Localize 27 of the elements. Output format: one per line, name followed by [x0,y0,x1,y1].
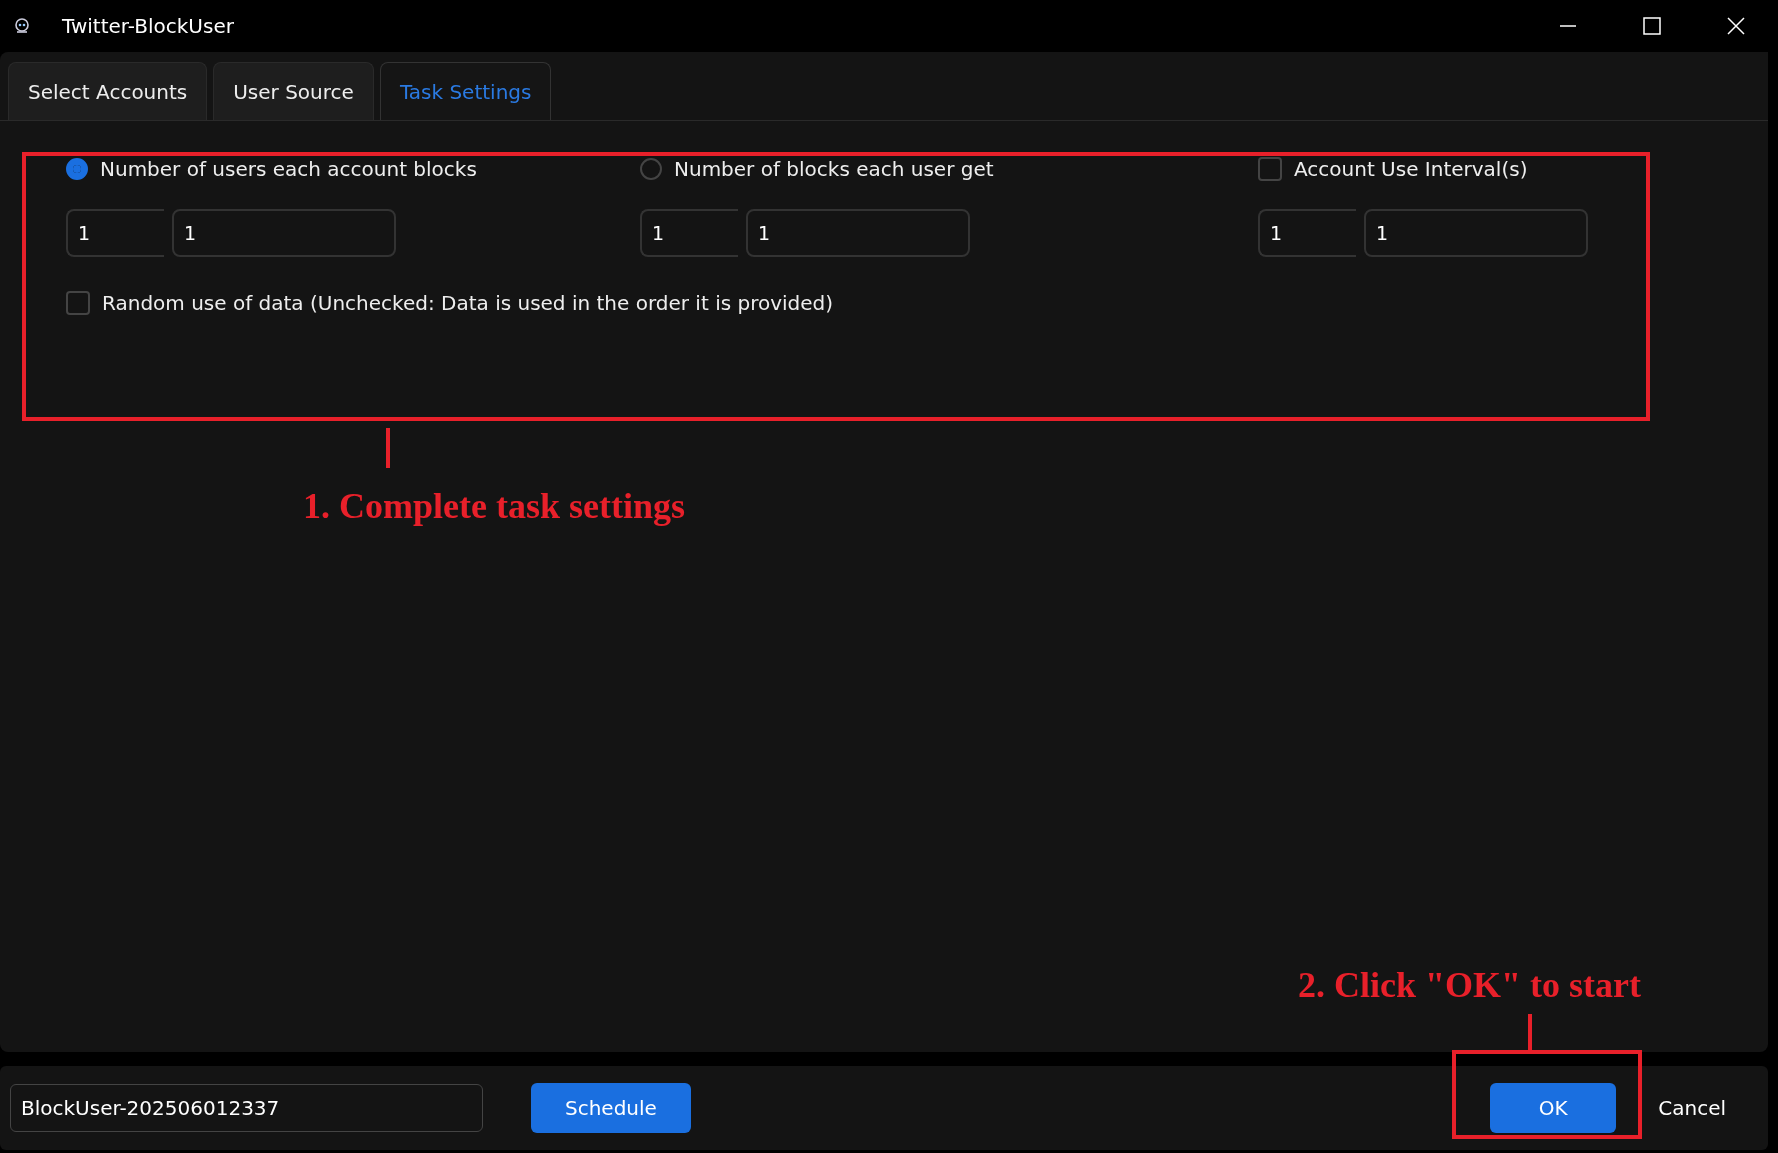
close-icon[interactable] [1726,16,1746,36]
maximize-icon[interactable] [1642,16,1662,36]
checkbox[interactable] [1258,157,1282,181]
annotation-text: 2. Click "OK" to start [1298,964,1641,1006]
tab[interactable]: User Source [213,62,374,120]
input-field[interactable]: 1 [172,209,396,257]
ok-button[interactable]: OK [1490,1083,1617,1133]
input-field[interactable]: 1 [1364,209,1588,257]
input-field[interactable]: 1 [746,209,970,257]
tab[interactable]: Select Accounts [8,62,208,120]
input-field[interactable]: 1 [1258,209,1356,257]
annotation-text: 1. Complete task settings [303,485,685,527]
option-label: Random use of data (Unchecked: Data is used in the order it is provided) [102,291,834,315]
input-field[interactable]: 1 [66,209,164,257]
input-field[interactable]: 1 [640,209,738,257]
task-name-field[interactable]: BlockUser-202506012337 [10,1084,483,1132]
checkbox[interactable] [66,291,90,315]
cancel-button[interactable]: Cancel [1652,1095,1732,1121]
radio-button[interactable] [66,158,88,180]
tab[interactable]: Task Settings [379,62,552,120]
robot-icon [12,16,32,36]
schedule-button[interactable]: Schedule [531,1083,691,1133]
radio-button[interactable] [640,158,662,180]
option-label: Number of blocks each user get [674,157,994,181]
option-label: Account Use Interval(s) [1294,157,1528,181]
window-title: Twitter-BlockUser [62,14,234,38]
option-label: Number of users each account blocks [100,157,477,181]
